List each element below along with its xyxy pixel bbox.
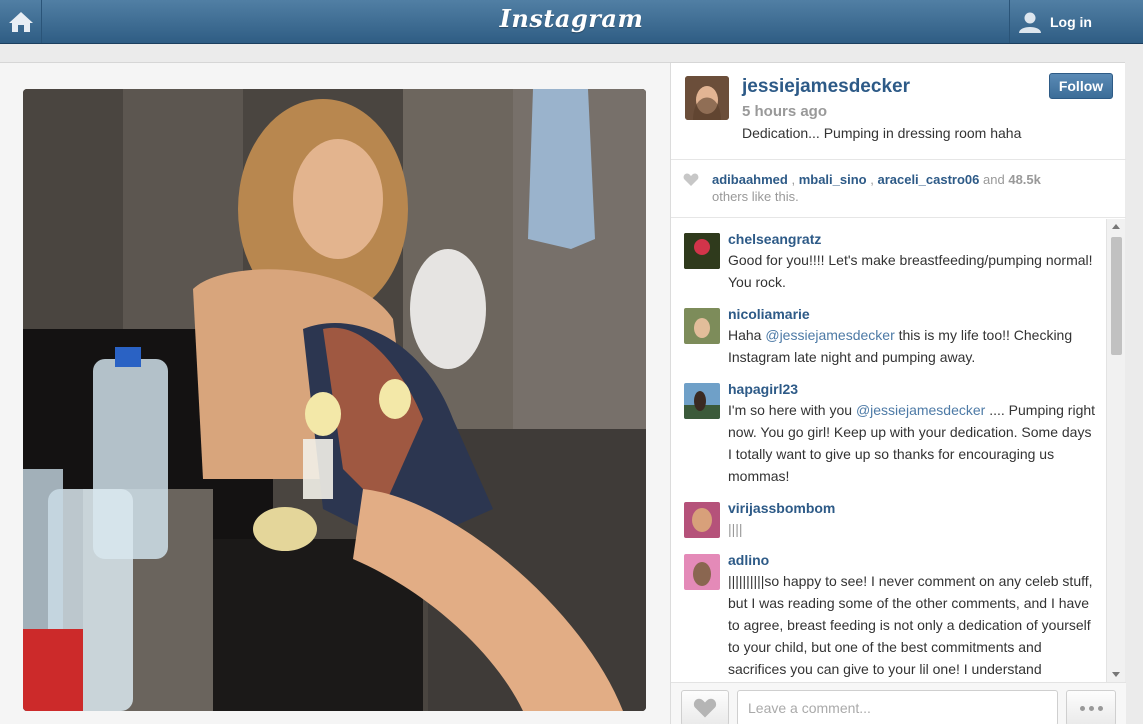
post-caption: Dedication... Pumping in dressing room h… — [742, 125, 1022, 141]
mention-link[interactable]: @jessiejamesdecker — [765, 327, 894, 343]
dot-icon — [1088, 705, 1094, 711]
commenter-username[interactable]: adlino — [728, 540, 1097, 568]
commenter-avatar[interactable] — [684, 308, 720, 344]
follow-button[interactable]: Follow — [1049, 73, 1113, 99]
heart-icon — [693, 698, 717, 717]
dot-icon — [1079, 705, 1085, 711]
post-sidebar: jessiejamesdecker 5 hours ago Dedication… — [670, 63, 1126, 724]
author-username[interactable]: jessiejamesdecker — [742, 76, 910, 98]
post-photo[interactable] — [23, 89, 646, 711]
commenter-avatar[interactable] — [684, 383, 720, 419]
post-card: jessiejamesdecker 5 hours ago Dedication… — [0, 62, 1126, 724]
comment-text: |||| — [728, 521, 743, 537]
heart-icon — [683, 173, 699, 186]
author-avatar[interactable] — [685, 76, 729, 120]
login-label: Log in — [1050, 13, 1092, 30]
comment-prefix: I'm so here with you — [728, 402, 856, 418]
liker-link[interactable]: araceli_castro06 — [877, 172, 979, 187]
mention-link[interactable]: @jessiejamesdecker — [856, 402, 985, 418]
comment-item: chelseangratz Good for you!!!! Let's mak… — [671, 219, 1107, 294]
comments-list: chelseangratz Good for you!!!! Let's mak… — [671, 219, 1107, 682]
user-icon — [1019, 12, 1041, 33]
likes-and: and — [983, 172, 1005, 187]
more-options-button[interactable] — [1066, 690, 1116, 724]
scroll-thumb[interactable] — [1111, 237, 1122, 355]
like-button[interactable] — [681, 690, 729, 724]
commenter-avatar[interactable] — [684, 502, 720, 538]
login-button[interactable]: Log in — [1009, 0, 1126, 43]
comments-scrollbar[interactable] — [1106, 219, 1125, 682]
comment-footer — [671, 682, 1126, 724]
comment-item: nicoliamarie Haha @jessiejamesdecker thi… — [671, 294, 1107, 369]
comment-item: virijassbombom |||| — [671, 488, 1107, 540]
comment-text: Haha @jessiejamesdecker this is my life … — [728, 324, 1097, 368]
commenter-username[interactable]: chelseangratz — [728, 219, 1097, 247]
top-bar: Instagram Log in — [0, 0, 1143, 44]
commenter-username[interactable]: virijassbombom — [728, 488, 1097, 516]
comment-text: I'm so here with you @jessiejamesdecker … — [728, 399, 1097, 487]
likes-suffix: others like this. — [712, 189, 799, 204]
likes-text: adibaahmed , mbali_sino , araceli_castro… — [712, 172, 1041, 204]
likes-count[interactable]: 48.5k — [1008, 172, 1041, 187]
commenter-username[interactable]: nicoliamarie — [728, 294, 1097, 322]
comment-text: Good for you!!!! Let's make breastfeedin… — [728, 252, 1093, 290]
post-timestamp: 5 hours ago — [742, 103, 828, 120]
commenter-username[interactable]: hapagirl23 — [728, 369, 1097, 397]
comment-input[interactable] — [737, 690, 1058, 724]
liker-link[interactable]: mbali_sino — [799, 172, 867, 187]
scroll-up-arrow-icon[interactable] — [1112, 224, 1120, 229]
comment-prefix: Haha — [728, 327, 766, 343]
comment-item: adlino ||||||||||so happy to see! I neve… — [671, 540, 1107, 680]
liker-link[interactable]: adibaahmed — [712, 172, 788, 187]
instagram-logo[interactable]: Instagram — [0, 4, 1143, 33]
likes-section: adibaahmed , mbali_sino , araceli_castro… — [671, 161, 1126, 218]
comment-item: hapagirl23 I'm so here with you @jessiej… — [671, 369, 1107, 488]
photo-pane — [0, 63, 670, 724]
dot-icon — [1097, 705, 1103, 711]
scroll-down-arrow-icon[interactable] — [1112, 672, 1120, 677]
commenter-avatar[interactable] — [684, 233, 720, 269]
comment-text: ||||||||||so happy to see! I never comme… — [728, 573, 1093, 677]
commenter-avatar[interactable] — [684, 554, 720, 590]
photo-illustration — [23, 89, 646, 711]
post-header: jessiejamesdecker 5 hours ago Dedication… — [671, 63, 1126, 160]
